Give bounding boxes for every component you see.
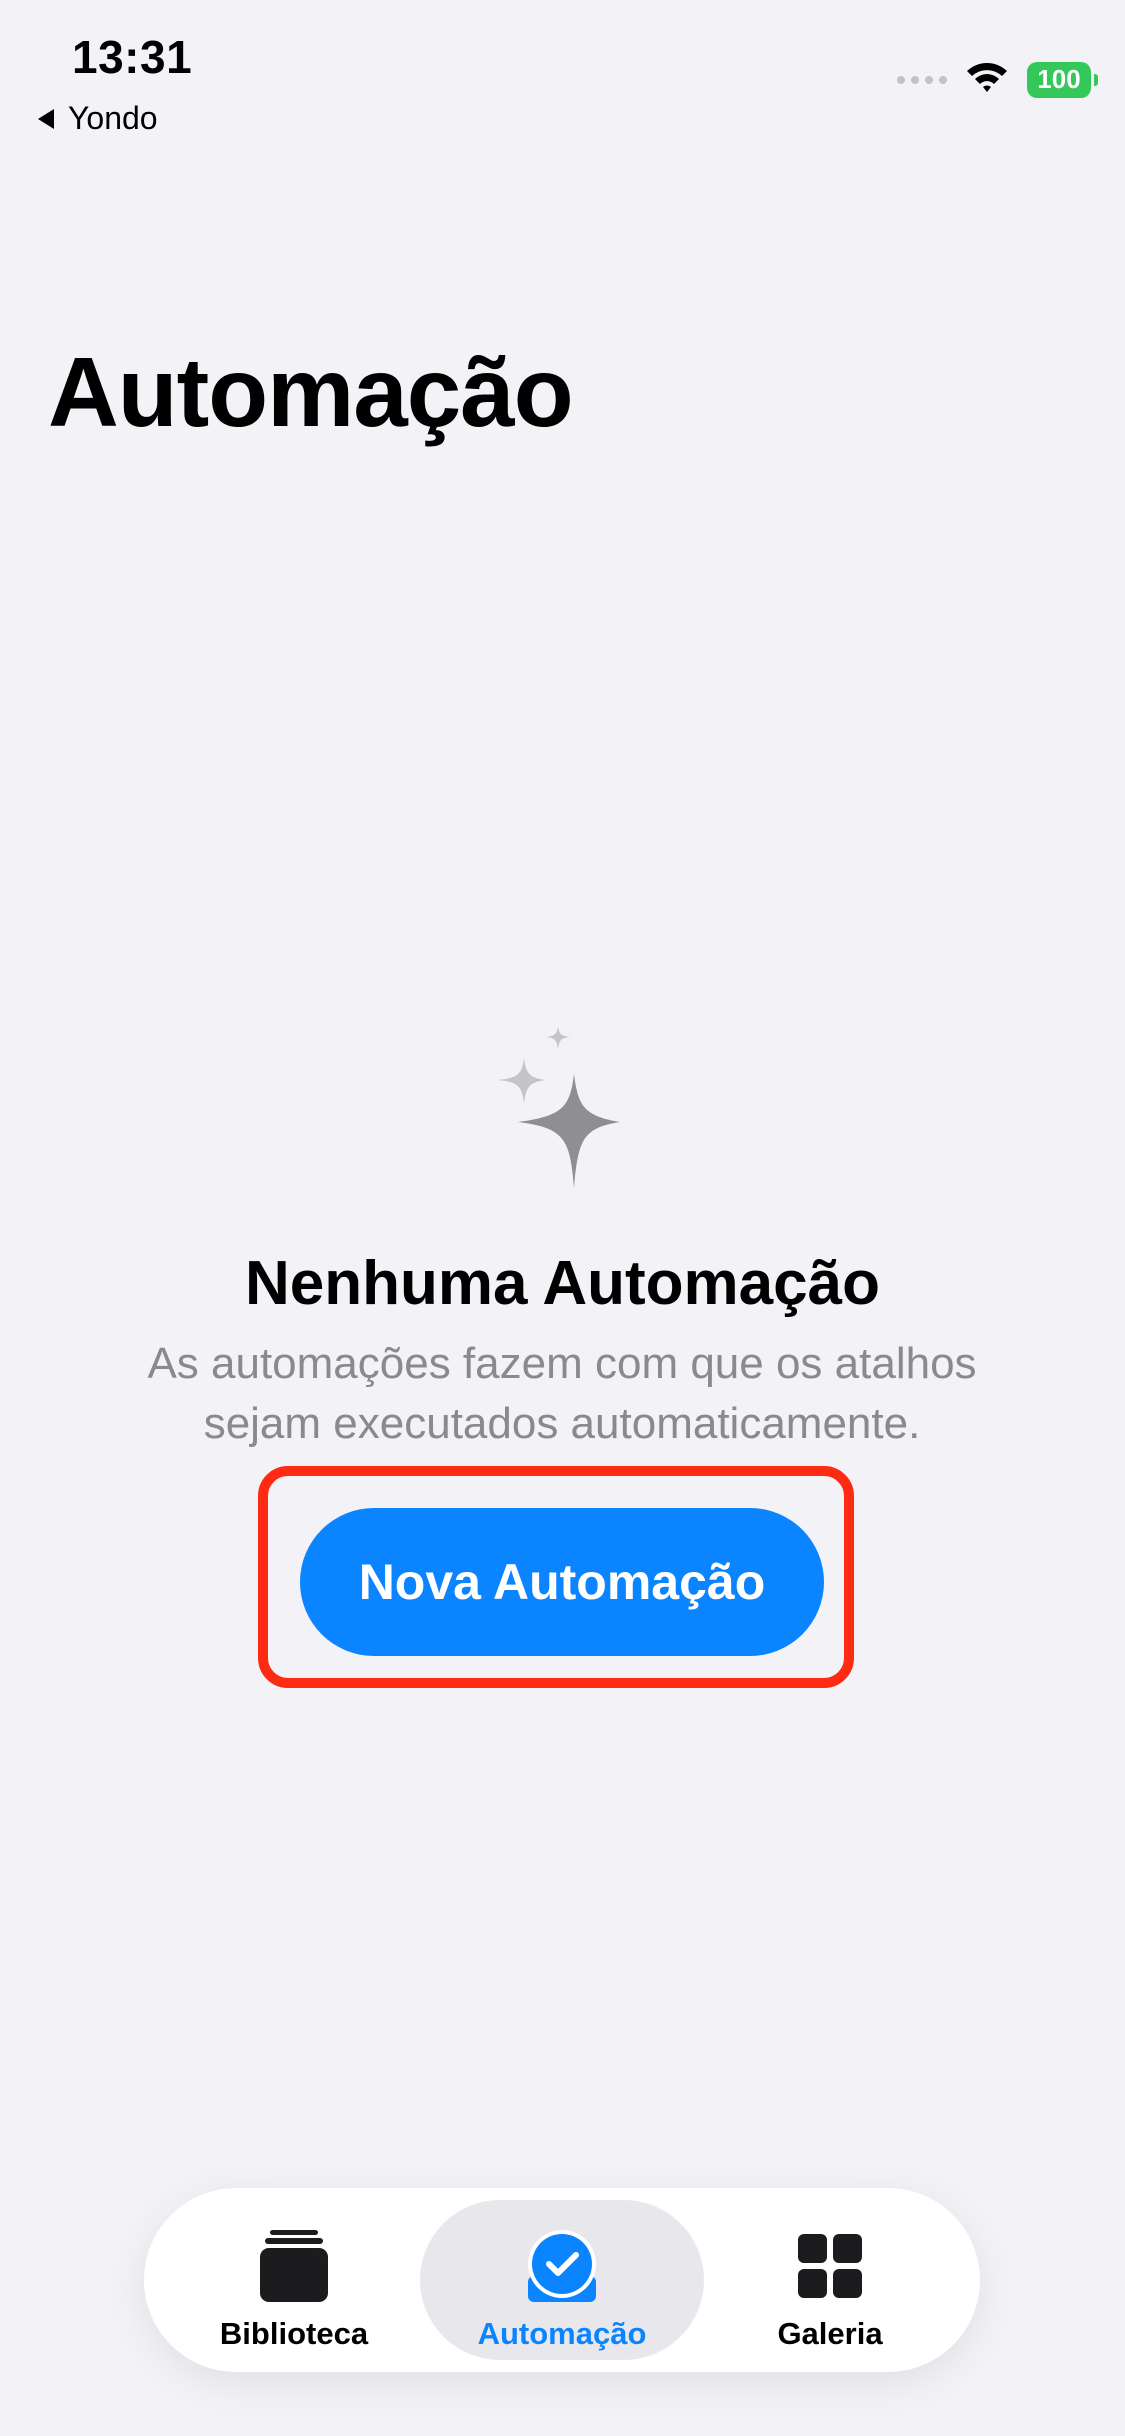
wifi-icon bbox=[965, 60, 1009, 99]
tab-automation-label: Automação bbox=[477, 2316, 647, 2351]
back-triangle-icon bbox=[36, 108, 56, 130]
tab-library[interactable]: Biblioteca bbox=[164, 2200, 424, 2360]
status-indicators: 100 bbox=[897, 60, 1098, 99]
gallery-icon bbox=[792, 2228, 868, 2304]
tab-automation[interactable]: Automação bbox=[420, 2200, 704, 2360]
sparkles-icon bbox=[490, 1022, 640, 1192]
automation-icon bbox=[524, 2228, 600, 2304]
back-to-app-link[interactable]: Yondo bbox=[36, 100, 158, 137]
library-icon bbox=[256, 2228, 332, 2304]
status-time: 13:31 bbox=[72, 31, 193, 83]
back-app-label: Yondo bbox=[68, 100, 158, 136]
battery-icon: 100 bbox=[1027, 61, 1098, 98]
empty-state-description-line1: As automações fazem com que os atalhos bbox=[147, 1339, 977, 1388]
new-automation-button[interactable]: Nova Automação bbox=[300, 1508, 824, 1656]
cellular-signal-icon bbox=[897, 75, 947, 84]
tab-bar: Biblioteca Automação Galeria bbox=[144, 2188, 980, 2372]
tab-library-label: Biblioteca bbox=[219, 2316, 369, 2351]
tab-gallery[interactable]: Galeria bbox=[700, 2200, 960, 2360]
battery-level: 100 bbox=[1037, 64, 1081, 94]
empty-state-title: Nenhuma Automação bbox=[244, 1249, 880, 1318]
empty-state-description-line2: sejam executados automaticamente. bbox=[203, 1399, 921, 1448]
tab-gallery-label: Galeria bbox=[777, 2316, 883, 2351]
page-title: Automação bbox=[48, 337, 574, 447]
empty-state-description: As automações fazem com que os atalhos s… bbox=[112, 1334, 1012, 1454]
